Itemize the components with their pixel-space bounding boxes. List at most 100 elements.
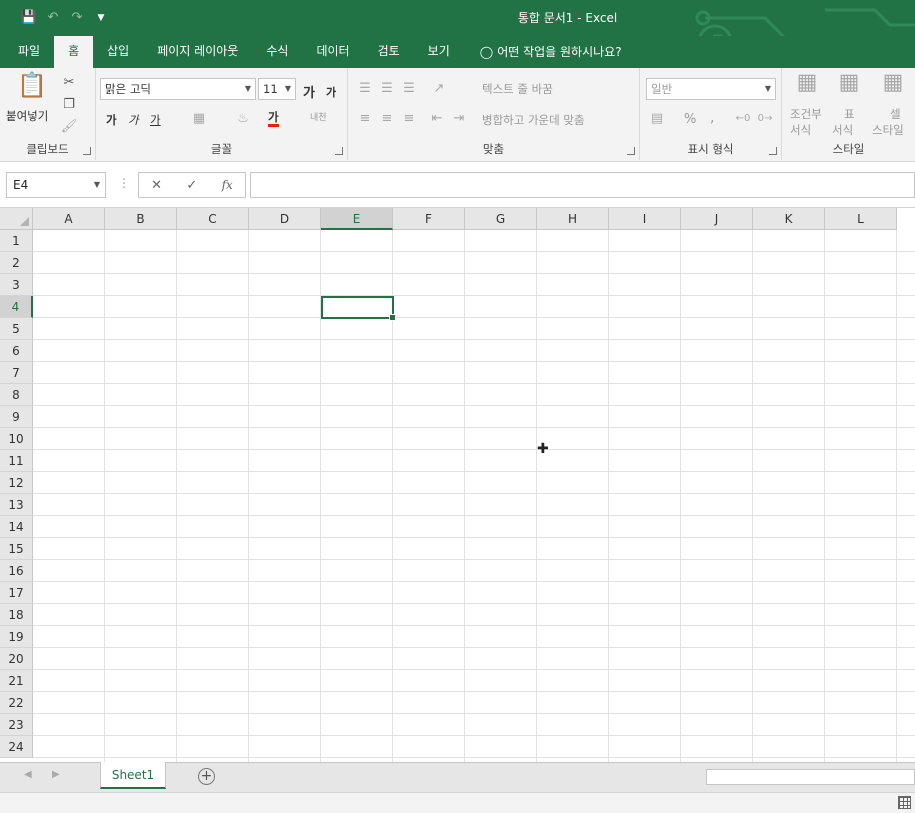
insert-function-icon[interactable]: fx: [222, 178, 233, 192]
orientation-icon[interactable]: ↗: [428, 78, 450, 100]
shrink-font-button[interactable]: 가: [326, 84, 336, 100]
active-cell[interactable]: [321, 296, 396, 321]
cell-area[interactable]: [33, 230, 915, 762]
row-header[interactable]: 21: [0, 670, 33, 692]
italic-button[interactable]: 가: [128, 112, 139, 128]
column-header[interactable]: E: [321, 208, 393, 230]
tab-page-layout[interactable]: 페이지 레이아웃: [143, 36, 252, 68]
alignment-launcher-icon[interactable]: [627, 147, 635, 155]
tab-home[interactable]: 홈: [54, 36, 94, 68]
cancel-icon[interactable]: ✕: [151, 178, 162, 193]
row-header[interactable]: 9: [0, 406, 33, 428]
row-header[interactable]: 7: [0, 362, 33, 384]
font-size-select[interactable]: 11 ▼: [258, 78, 296, 100]
row-header[interactable]: 5: [0, 318, 33, 340]
row-header[interactable]: 12: [0, 472, 33, 494]
next-sheet-icon[interactable]: ▶: [52, 769, 60, 780]
format-as-table-label-1[interactable]: 표: [844, 106, 855, 122]
align-middle-icon[interactable]: ☰: [376, 78, 398, 100]
row-header[interactable]: 20: [0, 648, 33, 670]
conditional-formatting-label-2[interactable]: 서식: [790, 122, 811, 138]
row-header[interactable]: 6: [0, 340, 33, 362]
decrease-indent-icon[interactable]: ⇤: [426, 108, 448, 130]
align-left-icon[interactable]: ≡: [354, 108, 376, 130]
format-as-table-label-2[interactable]: 서식: [832, 122, 853, 138]
row-header[interactable]: 19: [0, 626, 33, 648]
prev-sheet-icon[interactable]: ◀: [24, 769, 32, 780]
tab-formulas[interactable]: 수식: [252, 36, 302, 68]
tab-data[interactable]: 데이터: [302, 36, 363, 68]
add-sheet-button[interactable]: +: [198, 768, 215, 785]
column-header[interactable]: F: [393, 208, 465, 230]
row-header[interactable]: 18: [0, 604, 33, 626]
horizontal-scrollbar[interactable]: [706, 769, 915, 785]
row-header[interactable]: 11: [0, 450, 33, 472]
bold-button[interactable]: 가: [106, 112, 117, 128]
tell-me-box[interactable]: ◯ 어떤 작업을 원하시나요?: [464, 36, 622, 68]
cell-styles-icon[interactable]: ▦: [878, 72, 908, 102]
sheet-tab-sheet1[interactable]: Sheet1: [100, 762, 166, 789]
phonetic-button[interactable]: 내천: [310, 110, 327, 123]
format-painter-icon[interactable]: 🖌: [58, 116, 80, 138]
column-header[interactable]: C: [177, 208, 249, 230]
merge-center-button[interactable]: 병합하고 가운데 맞춤: [482, 112, 585, 128]
format-as-table-icon[interactable]: ▦: [834, 72, 864, 102]
row-header[interactable]: 13: [0, 494, 33, 516]
row-header[interactable]: 14: [0, 516, 33, 538]
row-header[interactable]: 24: [0, 736, 33, 758]
align-center-icon[interactable]: ≡: [376, 108, 398, 130]
fill-color-icon[interactable]: ♨: [232, 108, 254, 130]
increase-decimal-icon[interactable]: ←0: [732, 108, 754, 130]
clipboard-launcher-icon[interactable]: [83, 147, 91, 155]
column-header[interactable]: I: [609, 208, 681, 230]
row-header[interactable]: 17: [0, 582, 33, 604]
tab-file[interactable]: 파일: [0, 36, 54, 68]
comma-style-button[interactable]: ,: [710, 110, 714, 126]
align-bottom-icon[interactable]: ☰: [398, 78, 420, 100]
copy-icon[interactable]: ❐: [58, 94, 80, 116]
decrease-decimal-icon[interactable]: 0→: [754, 108, 776, 130]
enter-icon[interactable]: ✓: [186, 178, 197, 193]
align-right-icon[interactable]: ≡: [398, 108, 420, 130]
column-header[interactable]: D: [249, 208, 321, 230]
cut-icon[interactable]: ✂: [58, 72, 80, 94]
font-name-select[interactable]: 맑은 고딕 ▼: [100, 78, 256, 100]
align-top-icon[interactable]: ☰: [354, 78, 376, 100]
cell-styles-label-2[interactable]: 스타일: [872, 122, 904, 138]
tab-insert[interactable]: 삽입: [93, 36, 143, 68]
tab-view[interactable]: 보기: [414, 36, 464, 68]
number-launcher-icon[interactable]: [769, 147, 777, 155]
row-header[interactable]: 10: [0, 428, 33, 450]
conditional-formatting-label-1[interactable]: 조건부: [790, 106, 822, 122]
wrap-text-button[interactable]: 텍스트 줄 바꿈: [482, 81, 553, 97]
column-header[interactable]: J: [681, 208, 753, 230]
row-header[interactable]: 4: [0, 296, 33, 318]
conditional-formatting-icon[interactable]: ▦: [792, 72, 822, 102]
column-header[interactable]: A: [33, 208, 105, 230]
accounting-format-icon[interactable]: ▤: [646, 108, 668, 130]
column-header[interactable]: G: [465, 208, 537, 230]
paste-button[interactable]: 붙여넣기: [6, 108, 48, 124]
row-header[interactable]: 16: [0, 560, 33, 582]
column-header[interactable]: L: [825, 208, 897, 230]
row-header[interactable]: 23: [0, 714, 33, 736]
row-header[interactable]: 8: [0, 384, 33, 406]
select-all-button[interactable]: [0, 208, 33, 230]
font-color-button[interactable]: 가: [268, 110, 279, 127]
font-launcher-icon[interactable]: [335, 147, 343, 155]
tab-review[interactable]: 검토: [364, 36, 414, 68]
percent-style-button[interactable]: %: [684, 112, 696, 127]
increase-indent-icon[interactable]: ⇥: [448, 108, 470, 130]
number-format-select[interactable]: 일반 ▼: [646, 78, 776, 100]
row-header[interactable]: 15: [0, 538, 33, 560]
row-header[interactable]: 1: [0, 230, 33, 252]
normal-view-icon[interactable]: [898, 796, 911, 809]
row-header[interactable]: 3: [0, 274, 33, 296]
column-header[interactable]: K: [753, 208, 825, 230]
name-box[interactable]: E4 ▼: [6, 172, 106, 198]
formula-input[interactable]: [250, 172, 915, 198]
row-header[interactable]: 2: [0, 252, 33, 274]
column-header[interactable]: B: [105, 208, 177, 230]
column-header[interactable]: H: [537, 208, 609, 230]
underline-button[interactable]: 가: [150, 112, 161, 128]
